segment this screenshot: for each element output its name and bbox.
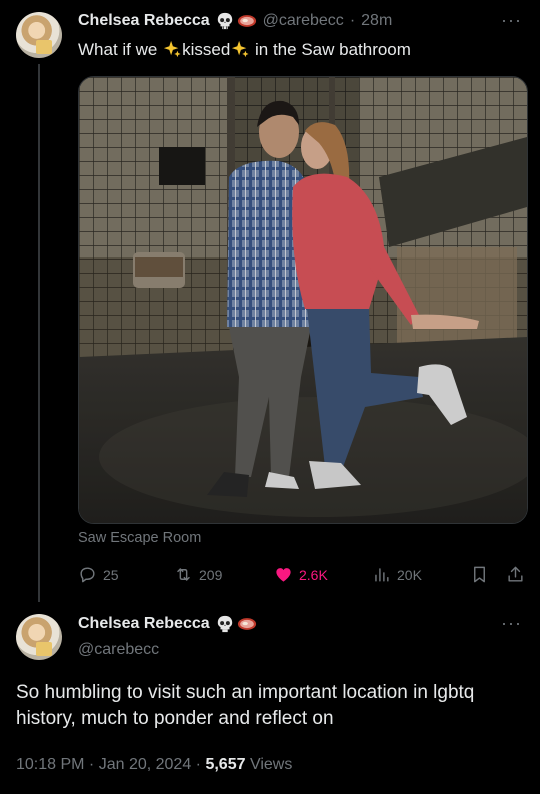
retweet-count: 209 xyxy=(199,566,223,583)
more-options-button[interactable]: ··· xyxy=(501,613,522,634)
steak-emoji-icon xyxy=(237,15,256,27)
like-button[interactable]: 2.6K xyxy=(274,565,328,584)
retweet-button[interactable]: 209 xyxy=(174,565,222,584)
photo-couple-kissing-in-bathroom xyxy=(79,77,527,523)
tweet-meta: 10:18 PM · Jan 20, 2024 · 5,657 Views xyxy=(16,756,292,774)
view-count: 5,657 xyxy=(205,756,246,773)
views-label: Views xyxy=(245,756,293,773)
avatar[interactable] xyxy=(16,614,62,660)
tweet-text-kissed: kissed xyxy=(182,40,231,59)
author-name[interactable]: Chelsea Rebecca xyxy=(78,12,210,30)
sparkles-emoji-icon xyxy=(163,40,181,58)
author-name[interactable]: Chelsea Rebecca xyxy=(78,615,210,633)
skull-emoji-icon xyxy=(217,615,232,633)
share-button[interactable] xyxy=(506,565,525,584)
author-handle[interactable]: @carebecc xyxy=(78,641,159,659)
share-icon xyxy=(508,566,523,582)
name-emojis xyxy=(216,615,257,633)
heart-filled-icon xyxy=(276,568,291,582)
views-button[interactable]: 20K xyxy=(372,565,422,584)
tweet-actions: 25 209 2.6K 20K xyxy=(78,565,528,587)
reply-count: 25 xyxy=(103,566,119,583)
sparkles-emoji-icon xyxy=(232,40,249,58)
author-row: Chelsea Rebecca @carebecc · 28m xyxy=(78,12,392,30)
tweet-time[interactable]: 28m xyxy=(361,12,392,30)
tweet-text-end: in the Saw bathroom xyxy=(250,40,411,59)
avatar[interactable] xyxy=(16,12,62,58)
analytics-icon xyxy=(375,568,389,582)
skull-emoji-icon xyxy=(217,12,232,30)
tweet-text: What if we kissed in the Saw bathroom xyxy=(78,40,411,60)
main-tweet-text: So humbling to visit such an important l… xyxy=(16,682,475,729)
author-handle[interactable]: @carebecc xyxy=(263,12,344,30)
author-row: Chelsea Rebecca xyxy=(78,615,257,633)
bookmark-icon xyxy=(474,566,485,583)
tweet-photo[interactable] xyxy=(78,76,528,524)
retweet-icon xyxy=(177,568,190,581)
like-count: 2.6K xyxy=(299,566,328,583)
views-count: 20K xyxy=(397,566,422,583)
thread-connector xyxy=(38,64,40,602)
name-emojis xyxy=(216,12,257,30)
more-options-button[interactable]: ··· xyxy=(501,10,522,31)
reply-button[interactable]: 25 xyxy=(78,565,119,584)
location-label[interactable]: Saw Escape Room xyxy=(78,530,201,546)
tweet-text-start: What if we xyxy=(78,40,163,59)
reply-icon xyxy=(80,567,95,583)
separator-dot: · xyxy=(349,12,356,29)
tweet-timestamp[interactable]: 10:18 PM · Jan 20, 2024 · xyxy=(16,756,205,773)
steak-emoji-icon xyxy=(237,618,256,630)
bookmark-button[interactable] xyxy=(470,565,489,584)
